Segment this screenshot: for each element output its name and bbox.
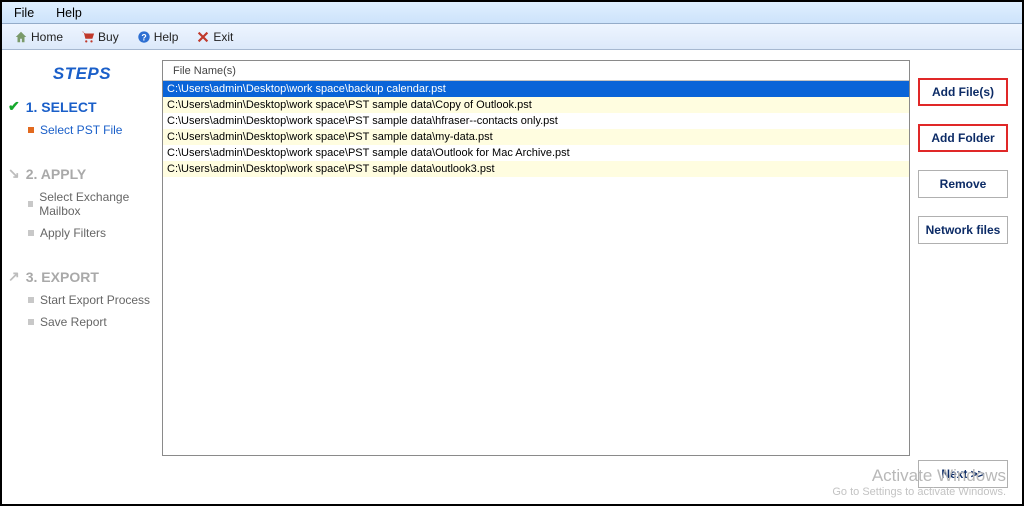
file-list-row[interactable]: C:\Users\admin\Desktop\work space\PST sa… [163,161,909,177]
help-icon: ? [137,30,151,44]
toolbar-buy-label: Buy [98,30,119,44]
next-button[interactable]: Next >> [918,460,1008,488]
bullet-icon [28,319,34,325]
step-3-sub-1-label: Start Export Process [40,293,150,307]
file-list-row[interactable]: C:\Users\admin\Desktop\work space\PST sa… [163,129,909,145]
toolbar: Home Buy ? Help Exit [2,24,1022,50]
svg-text:?: ? [141,32,146,42]
step-3-sub-1[interactable]: Start Export Process [28,293,156,307]
step-1-sub-1[interactable]: Select PST File [28,123,156,137]
add-folder-button[interactable]: Add Folder [918,124,1008,152]
step-1-sub-1-label: Select PST File [40,123,122,137]
right-button-panel: Add File(s) Add Folder Remove Network fi… [918,50,1022,504]
close-icon [196,30,210,44]
toolbar-help[interactable]: ? Help [133,28,183,46]
arrow-icon: ↗ [8,268,20,285]
file-list-row[interactable]: C:\Users\admin\Desktop\work space\PST sa… [163,113,909,129]
file-list: File Name(s) C:\Users\admin\Desktop\work… [162,60,910,456]
file-list-row[interactable]: C:\Users\admin\Desktop\work space\PST sa… [163,145,909,161]
steps-title: STEPS [8,64,156,84]
menu-help[interactable]: Help [56,6,82,20]
file-list-row[interactable]: C:\Users\admin\Desktop\work space\backup… [163,81,909,97]
toolbar-home-label: Home [31,30,63,44]
toolbar-exit-label: Exit [213,30,233,44]
bullet-icon [28,127,34,133]
toolbar-home[interactable]: Home [10,28,67,46]
step-1[interactable]: ✔ 1. SELECT [8,98,156,115]
bullet-icon [28,201,33,207]
toolbar-exit[interactable]: Exit [192,28,237,46]
toolbar-buy[interactable]: Buy [77,28,123,46]
step-2-label: 2. APPLY [26,166,86,182]
step-2-sub-1[interactable]: Select Exchange Mailbox [28,190,156,218]
step-3-sub-2-label: Save Report [40,315,107,329]
step-3-label: 3. EXPORT [26,269,99,285]
step-3[interactable]: ↗ 3. EXPORT [8,268,156,285]
bullet-icon [28,297,34,303]
file-list-row[interactable]: C:\Users\admin\Desktop\work space\PST sa… [163,97,909,113]
file-list-body[interactable]: C:\Users\admin\Desktop\work space\backup… [163,81,909,455]
step-2-sub-1-label: Select Exchange Mailbox [39,190,156,218]
step-2[interactable]: ↘ 2. APPLY [8,165,156,182]
network-files-button[interactable]: Network files [918,216,1008,244]
step-2-sub-2-label: Apply Filters [40,226,106,240]
bullet-icon [28,230,34,236]
file-list-header[interactable]: File Name(s) [163,61,909,81]
toolbar-help-label: Help [154,30,179,44]
cart-icon [81,30,95,44]
add-files-button[interactable]: Add File(s) [918,78,1008,106]
step-3-sub-2[interactable]: Save Report [28,315,156,329]
arrow-icon: ↘ [8,165,20,182]
steps-sidebar: STEPS ✔ 1. SELECT Select PST File ↘ 2. A… [2,50,162,504]
step-1-label: 1. SELECT [26,99,97,115]
check-icon: ✔ [8,98,20,115]
remove-button[interactable]: Remove [918,170,1008,198]
step-2-sub-2[interactable]: Apply Filters [28,226,156,240]
menubar: File Help [2,2,1022,24]
home-icon [14,30,28,44]
menu-file[interactable]: File [14,6,34,20]
